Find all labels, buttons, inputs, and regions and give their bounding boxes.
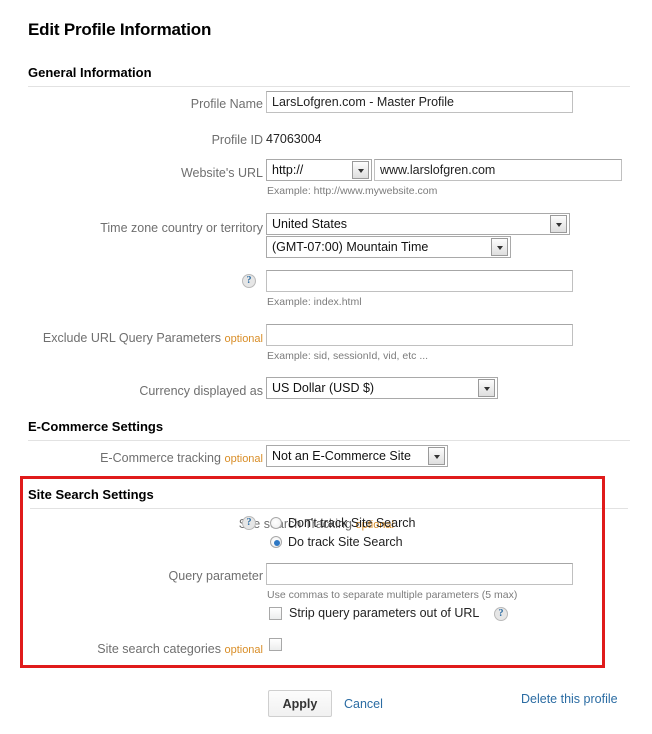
chevron-down-icon	[478, 379, 495, 397]
currency-value: US Dollar (USD $)	[267, 381, 478, 395]
profile-id-value: 47063004	[266, 132, 322, 146]
default-page-input[interactable]	[266, 270, 573, 292]
time-zone-country-value: United States	[267, 217, 550, 231]
profile-name-label: Profile Name	[191, 97, 263, 111]
profile-id-label: Profile ID	[212, 133, 263, 147]
section-divider-general	[28, 86, 630, 87]
section-header-general: General Information	[28, 65, 152, 80]
ecommerce-tracking-optional-tag: optional	[224, 453, 263, 465]
section-header-site-search: Site Search Settings	[28, 487, 154, 502]
query-parameter-input[interactable]	[266, 563, 573, 585]
website-url-hint: Example: http://www.mywebsite.com	[267, 185, 437, 197]
page-title: Edit Profile Information	[28, 20, 211, 40]
time-zone-country-label: Time zone country or territory	[100, 221, 263, 235]
chevron-down-icon	[491, 238, 508, 256]
chevron-down-icon	[428, 447, 445, 465]
section-divider-site-search	[30, 508, 628, 509]
radio-dont-track-site-search[interactable]	[270, 517, 282, 529]
profile-name-input[interactable]	[266, 91, 573, 113]
strip-query-parameters-label[interactable]: Strip query parameters out of URL	[289, 606, 479, 620]
section-header-ecommerce: E-Commerce Settings	[28, 419, 163, 434]
default-page-hint: Example: index.html	[267, 296, 362, 308]
exclude-url-query-parameters-hint: Example: sid, sessionId, vid, etc ...	[267, 350, 428, 362]
strip-query-parameters-checkbox[interactable]	[269, 607, 282, 620]
exclude-url-query-parameters-optional-tag: optional	[224, 333, 263, 345]
query-parameter-hint: Use commas to separate multiple paramete…	[267, 589, 517, 601]
edit-profile-page: Edit Profile Information General Informa…	[0, 0, 652, 734]
currency-select[interactable]: US Dollar (USD $)	[266, 377, 498, 399]
delete-profile-link[interactable]: Delete this profile	[521, 692, 618, 706]
query-parameter-label: Query parameter	[169, 569, 263, 583]
site-search-categories-label-text: Site search categories	[97, 642, 221, 656]
currency-label: Currency displayed as	[139, 384, 263, 398]
time-zone-country-select[interactable]: United States	[266, 213, 570, 235]
exclude-url-query-parameters-label-text: Exclude URL Query Parameters	[43, 331, 221, 345]
radio-do-track-site-search[interactable]	[270, 536, 282, 548]
radio-label-dont-track-site-search[interactable]: Don't track Site Search	[288, 516, 415, 530]
ecommerce-tracking-value: Not an E-Commerce Site	[267, 449, 428, 463]
apply-button[interactable]: Apply	[268, 690, 332, 717]
site-search-categories-label: Site search categories optional	[97, 642, 263, 656]
website-protocol-value: http://	[267, 163, 352, 177]
section-divider-ecommerce	[28, 440, 630, 441]
ecommerce-tracking-label: E-Commerce tracking optional	[100, 451, 263, 465]
help-icon[interactable]: ?	[494, 607, 508, 621]
ecommerce-tracking-label-text: E-Commerce tracking	[100, 451, 221, 465]
cancel-link[interactable]: Cancel	[344, 697, 383, 711]
site-search-categories-checkbox[interactable]	[269, 638, 282, 651]
time-zone-value: (GMT-07:00) Mountain Time	[267, 240, 491, 254]
help-icon[interactable]: ?	[242, 274, 256, 288]
radio-label-do-track-site-search[interactable]: Do track Site Search	[288, 535, 403, 549]
exclude-url-query-parameters-input[interactable]	[266, 324, 573, 346]
ecommerce-tracking-select[interactable]: Not an E-Commerce Site	[266, 445, 448, 467]
site-search-categories-optional-tag: optional	[224, 644, 263, 656]
website-url-input[interactable]	[374, 159, 622, 181]
website-protocol-select[interactable]: http://	[266, 159, 372, 181]
chevron-down-icon	[550, 215, 567, 233]
time-zone-select[interactable]: (GMT-07:00) Mountain Time	[266, 236, 511, 258]
exclude-url-query-parameters-label: Exclude URL Query Parameters optional	[43, 331, 263, 345]
help-icon[interactable]: ?	[242, 516, 256, 530]
chevron-down-icon	[352, 161, 369, 179]
website-url-label: Website's URL	[181, 166, 263, 180]
